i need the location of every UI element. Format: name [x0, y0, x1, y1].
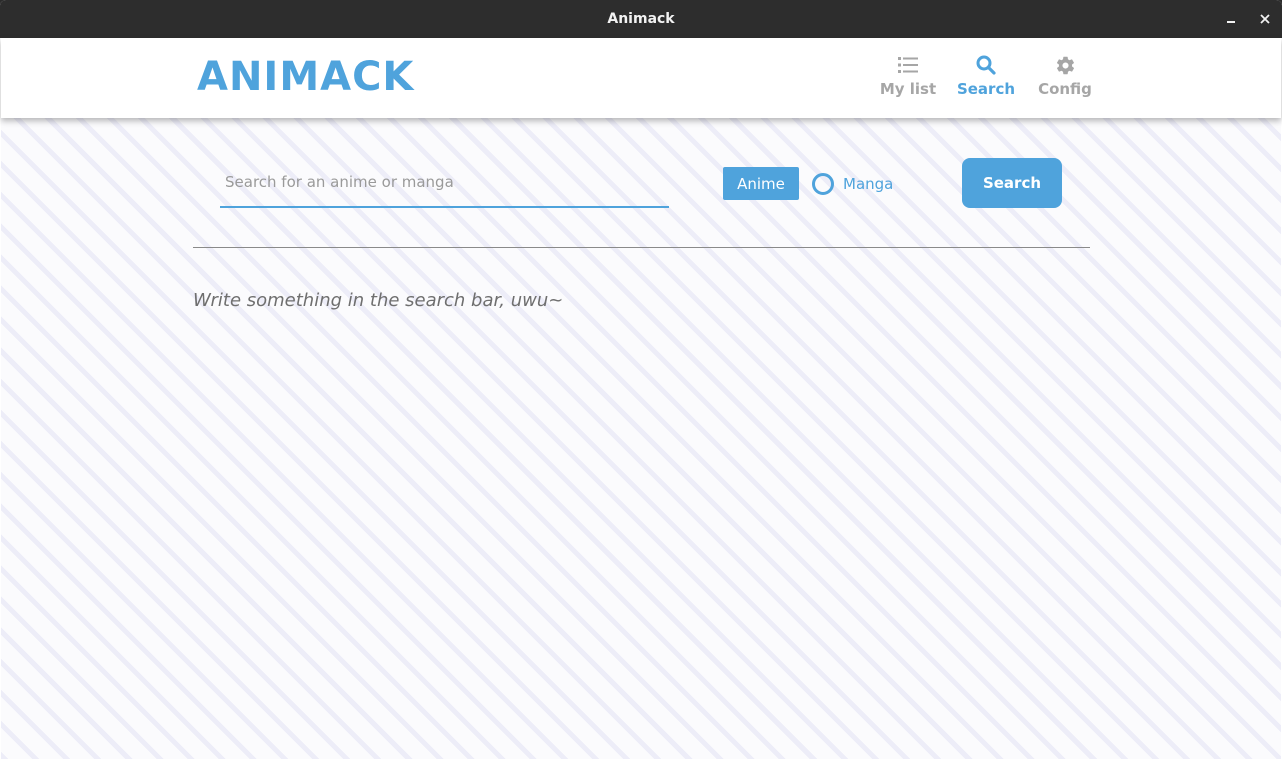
search-input[interactable] [220, 158, 669, 208]
nav-config-label: Config [1038, 80, 1092, 98]
type-option-anime[interactable]: Anime [723, 167, 799, 200]
window-titlebar[interactable]: Animack [0, 0, 1282, 38]
app-header: ANIMACK My list Search Config [1, 38, 1281, 118]
app-logo[interactable]: ANIMACK [197, 54, 414, 100]
nav-search-label: Search [956, 80, 1016, 98]
search-icon [975, 54, 997, 76]
window-title: Animack [607, 11, 675, 27]
type-option-manga[interactable]: Manga [812, 170, 893, 198]
gear-icon [1054, 54, 1076, 76]
close-icon [1260, 14, 1270, 24]
search-page: Anime Manga Search Write something in th… [1, 118, 1281, 759]
type-option-manga-label: Manga [843, 175, 894, 193]
list-icon [897, 54, 919, 76]
app-window: Animack ANIMACK My list Search Config Se… [0, 0, 1282, 759]
divider [193, 247, 1090, 248]
minimize-icon [1226, 14, 1236, 24]
nav-my-list-label: My list [879, 80, 937, 98]
window-controls [1214, 0, 1282, 38]
radio-circle-icon[interactable] [812, 173, 834, 195]
nav-search[interactable]: Search [946, 54, 1026, 104]
type-option-anime-label: Anime [737, 174, 785, 193]
minimize-button[interactable] [1214, 0, 1248, 38]
nav-config[interactable]: Config [1025, 54, 1105, 104]
nav-my-list[interactable]: My list [868, 54, 948, 104]
empty-results-message: Write something in the search bar, uwu~ [193, 290, 564, 311]
close-button[interactable] [1248, 0, 1282, 38]
search-button[interactable]: Search [962, 158, 1062, 208]
